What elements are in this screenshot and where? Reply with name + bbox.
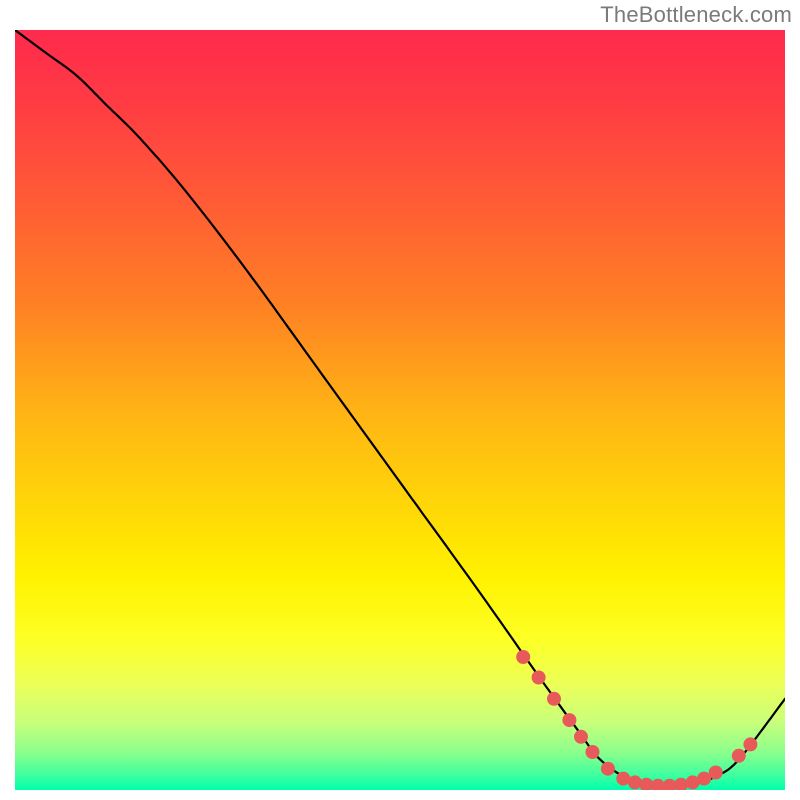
highlight-dot bbox=[743, 737, 757, 751]
highlight-dot bbox=[516, 650, 530, 664]
highlight-dot bbox=[586, 745, 600, 759]
highlight-dot bbox=[709, 766, 723, 780]
highlight-dot bbox=[601, 762, 615, 776]
highlight-dot bbox=[732, 749, 746, 763]
plot-area bbox=[15, 30, 785, 790]
bottleneck-chart bbox=[15, 30, 785, 790]
highlight-dot bbox=[532, 671, 546, 685]
gradient-background bbox=[15, 30, 785, 790]
highlight-dot bbox=[562, 713, 576, 727]
chart-container: TheBottleneck.com bbox=[0, 0, 800, 800]
highlight-dot bbox=[547, 692, 561, 706]
highlight-dot bbox=[574, 730, 588, 744]
attribution-text: TheBottleneck.com bbox=[600, 2, 792, 28]
